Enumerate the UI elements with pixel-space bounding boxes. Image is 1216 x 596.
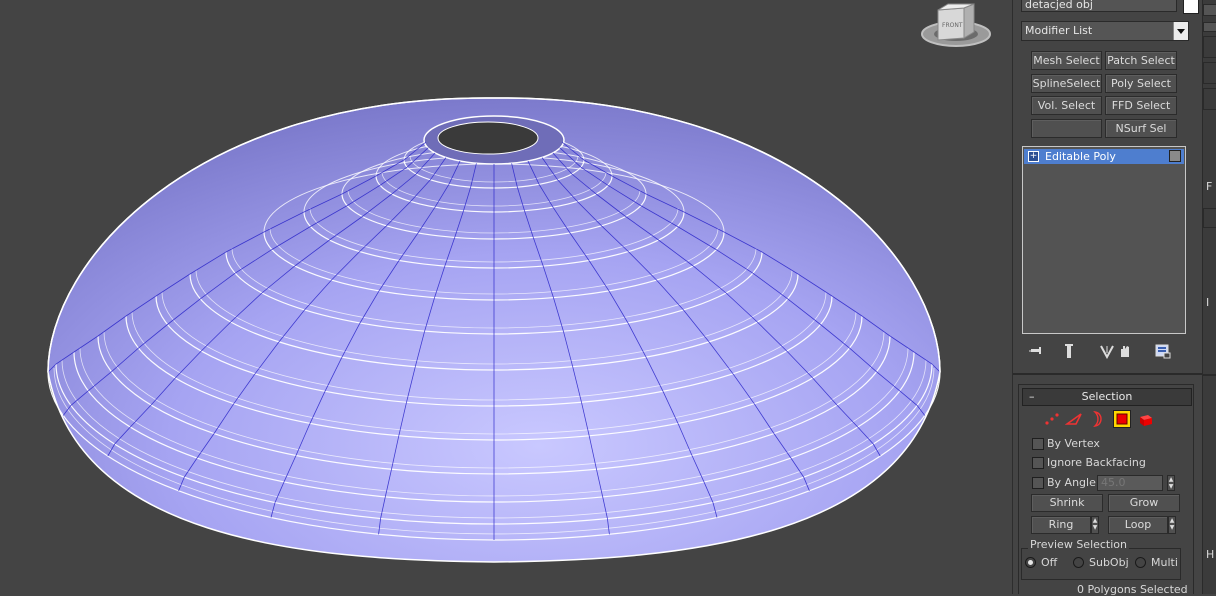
far-right-letter-f: F bbox=[1206, 180, 1213, 193]
secondary-panel: F I H bbox=[1202, 0, 1216, 594]
preview-off-label: Off bbox=[1041, 556, 1058, 569]
empty-modifier-button[interactable] bbox=[1031, 119, 1102, 138]
loop-button[interactable]: Loop bbox=[1108, 516, 1168, 534]
vase-mesh[interactable] bbox=[0, 0, 1012, 594]
ring-spinner[interactable]: ▲ ▼ bbox=[1091, 516, 1099, 534]
preview-subobj-label: SubObj bbox=[1089, 556, 1129, 569]
mesh-select-button[interactable]: Mesh Select bbox=[1031, 51, 1102, 70]
make-unique-icon[interactable] bbox=[1099, 343, 1115, 360]
modifier-list-label: Modifier List bbox=[1025, 24, 1093, 37]
collapse-icon[interactable]: – bbox=[1029, 389, 1035, 405]
by-angle-spinner[interactable]: ▲ ▼ bbox=[1167, 475, 1175, 491]
panel-field[interactable] bbox=[1203, 88, 1216, 110]
mesh-neck-opening bbox=[437, 121, 539, 155]
panel-field[interactable] bbox=[1203, 208, 1216, 228]
object-name-field[interactable]: detacjed obj bbox=[1021, 0, 1177, 12]
selection-status: 0 Polygons Selected bbox=[1077, 583, 1188, 596]
spline-select-button[interactable]: SplineSelect bbox=[1031, 74, 1102, 93]
far-right-letter-h: H bbox=[1206, 548, 1215, 561]
stack-item-label: Editable Poly bbox=[1045, 150, 1116, 163]
grow-button[interactable]: Grow bbox=[1108, 494, 1180, 512]
ffd-select-button[interactable]: FFD Select bbox=[1105, 96, 1177, 115]
by-angle-input[interactable]: 45.0 bbox=[1097, 475, 1163, 491]
nsurf-sel-button[interactable]: NSurf Sel bbox=[1105, 119, 1177, 138]
panel-field[interactable] bbox=[1203, 62, 1216, 84]
stack-item-editable-poly[interactable]: + Editable Poly bbox=[1024, 149, 1184, 164]
separator bbox=[1203, 374, 1216, 376]
border-level-icon[interactable] bbox=[1089, 410, 1107, 428]
preview-multi-label: Multi bbox=[1151, 556, 1178, 569]
panel-tab[interactable] bbox=[1203, 22, 1216, 32]
poly-select-button[interactable]: Poly Select bbox=[1105, 74, 1177, 93]
separator bbox=[1013, 373, 1203, 375]
view-cube-label: FRONT bbox=[942, 22, 963, 29]
modifier-stack[interactable]: + Editable Poly bbox=[1022, 146, 1186, 334]
preview-subobj-radio[interactable] bbox=[1073, 557, 1084, 568]
patch-select-button[interactable]: Patch Select bbox=[1105, 51, 1177, 70]
by-angle-checkbox[interactable] bbox=[1032, 477, 1044, 489]
vertex-level-icon[interactable] bbox=[1043, 410, 1061, 428]
loop-spinner[interactable]: ▲ ▼ bbox=[1168, 516, 1176, 534]
edge-level-icon[interactable] bbox=[1064, 410, 1083, 428]
show-end-result-icon[interactable] bbox=[1061, 343, 1077, 359]
panel-field[interactable] bbox=[1203, 36, 1216, 58]
modifier-list-dropdown[interactable]: Modifier List bbox=[1021, 21, 1189, 41]
panel-tab[interactable] bbox=[1203, 4, 1216, 16]
command-panel: detacjed obj Modifier List Mesh Select P… bbox=[1012, 0, 1203, 596]
by-angle-label: By Angle: bbox=[1047, 476, 1100, 489]
object-color-swatch[interactable] bbox=[1183, 0, 1199, 14]
configure-sets-icon[interactable] bbox=[1155, 343, 1171, 359]
stack-toolbar bbox=[1027, 343, 1187, 360]
pin-stack-icon[interactable] bbox=[1029, 343, 1045, 359]
preview-off-radio[interactable] bbox=[1025, 557, 1036, 568]
perspective-viewport[interactable]: FRONT bbox=[0, 0, 1012, 594]
ignore-backfacing-label: Ignore Backfacing bbox=[1047, 456, 1146, 469]
shrink-button[interactable]: Shrink bbox=[1031, 494, 1103, 512]
chevron-down-icon[interactable] bbox=[1173, 22, 1188, 40]
vol-select-button[interactable]: Vol. Select bbox=[1031, 96, 1102, 115]
ring-button[interactable]: Ring bbox=[1031, 516, 1091, 534]
expand-icon[interactable]: + bbox=[1028, 151, 1039, 162]
view-cube[interactable]: FRONT bbox=[920, 0, 992, 50]
preview-selection-title: Preview Selection bbox=[1028, 538, 1130, 551]
selection-title: Selection bbox=[1081, 390, 1133, 403]
polygon-level-icon[interactable] bbox=[1113, 410, 1131, 428]
far-right-letter-i: I bbox=[1206, 296, 1210, 309]
remove-modifier-icon[interactable] bbox=[1117, 343, 1133, 359]
stack-item-toggle-icon[interactable] bbox=[1169, 150, 1181, 162]
by-vertex-checkbox[interactable] bbox=[1032, 438, 1044, 450]
by-vertex-label: By Vertex bbox=[1047, 437, 1100, 450]
element-level-icon[interactable] bbox=[1137, 410, 1155, 428]
preview-multi-radio[interactable] bbox=[1135, 557, 1146, 568]
selection-rollout-header[interactable]: – Selection bbox=[1022, 388, 1192, 406]
ignore-backfacing-checkbox[interactable] bbox=[1032, 457, 1044, 469]
